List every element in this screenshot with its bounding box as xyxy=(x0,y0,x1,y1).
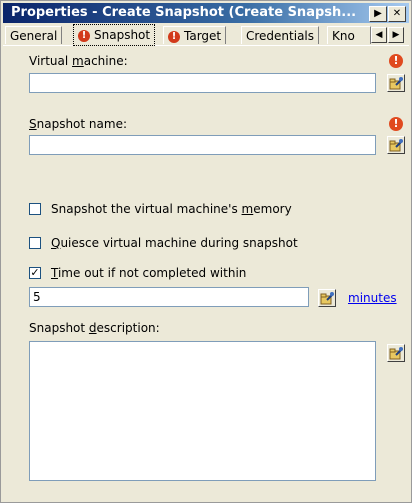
window-title: Properties - Create Snapshot (Create Sna… xyxy=(11,5,357,20)
browse-icon xyxy=(320,292,334,305)
tab-target-label: Target xyxy=(184,29,222,43)
snapshot-description-label: Snapshot description: xyxy=(29,321,160,335)
tab-scroll-right-button[interactable]: ▶ xyxy=(388,27,404,43)
tab-general[interactable]: General xyxy=(5,26,63,44)
browse-icon xyxy=(389,77,403,90)
quiesce-label: Quiesce virtual machine during snapshot xyxy=(51,236,298,250)
snapshot-name-input[interactable] xyxy=(29,135,376,155)
quiesce-checkbox[interactable] xyxy=(29,237,41,249)
minutes-link[interactable]: minutes xyxy=(348,291,397,305)
title-bar: Properties - Create Snapshot (Create Sna… xyxy=(3,3,409,23)
tab-snapshot-label: Snapshot xyxy=(94,28,151,42)
virtual-machine-input[interactable] xyxy=(29,73,376,93)
snapshot-description-input[interactable] xyxy=(29,341,376,481)
tab-general-label: General xyxy=(10,29,58,43)
tab-kno-label: Kno xyxy=(332,29,355,43)
warning-icon: ! xyxy=(389,117,403,131)
timeout-browse-button[interactable] xyxy=(318,289,336,307)
tab-scroll-left-button[interactable]: ◀ xyxy=(371,27,387,43)
snapshot-memory-label: Snapshot the virtual machine's memory xyxy=(51,202,292,216)
tab-credentials-label: Credentials xyxy=(246,29,315,43)
warning-icon: ! xyxy=(389,54,403,68)
browse-icon xyxy=(389,139,403,152)
timeout-checkbox[interactable]: ✓ xyxy=(29,267,41,279)
tab-credentials[interactable]: Credentials xyxy=(241,26,320,44)
close-button[interactable]: ✕ xyxy=(388,6,406,22)
tab-target[interactable]: ! Target xyxy=(163,26,227,44)
virtual-machine-label: Virtual machine: xyxy=(29,54,128,68)
tab-snapshot[interactable]: ! Snapshot xyxy=(73,24,156,46)
snapshot-name-label: Snapshot name: xyxy=(29,117,127,131)
browse-icon xyxy=(389,347,403,360)
snapshot-memory-checkbox[interactable] xyxy=(29,203,41,215)
timeout-label: Time out if not completed within xyxy=(51,266,247,280)
properties-window: Properties - Create Snapshot (Create Sna… xyxy=(0,0,412,503)
warning-icon: ! xyxy=(78,29,90,42)
timeout-value-input[interactable]: 5 xyxy=(29,287,309,307)
description-browse-button[interactable] xyxy=(387,344,405,362)
snapshot-name-browse-button[interactable] xyxy=(387,136,405,154)
tab-kno[interactable]: Kno xyxy=(327,26,371,44)
tab-bar: General ! Snapshot ! Target Credentials Kn… xyxy=(3,24,409,46)
warning-icon: ! xyxy=(168,30,180,43)
nav-right-button[interactable]: ▶ xyxy=(369,6,387,22)
virtual-machine-browse-button[interactable] xyxy=(387,74,405,92)
